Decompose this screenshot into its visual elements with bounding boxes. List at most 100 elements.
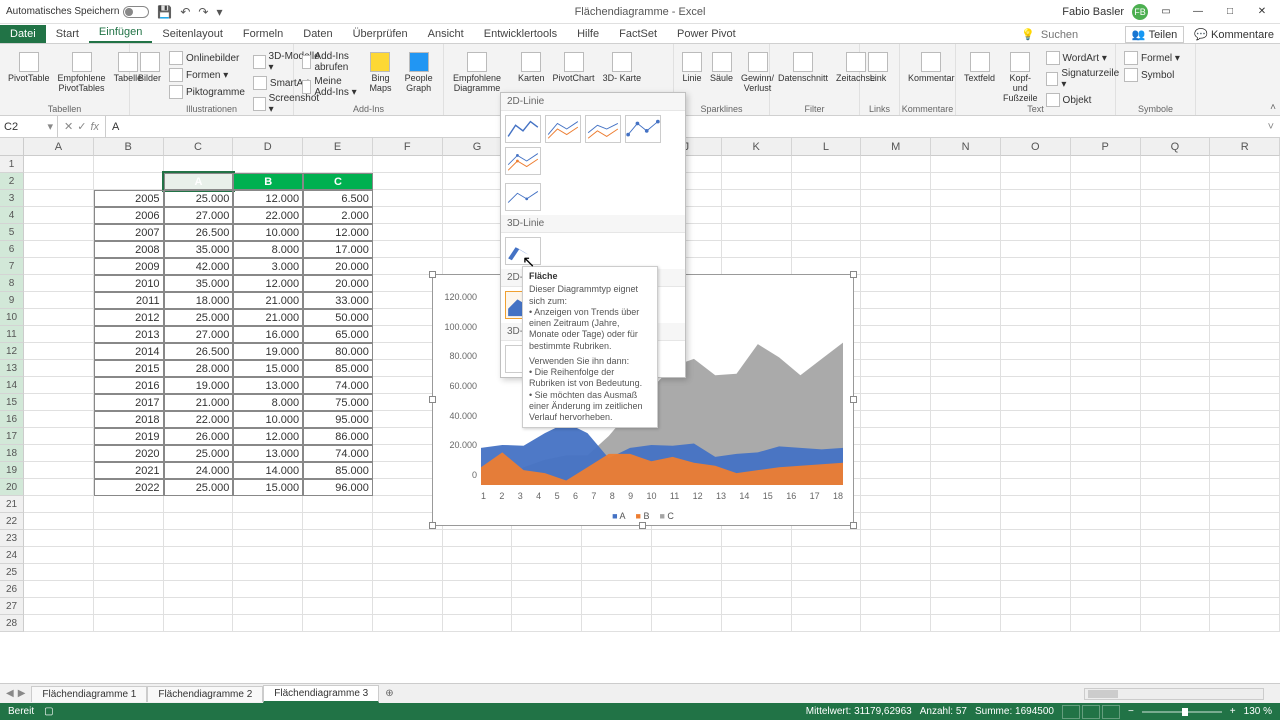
cell[interactable]: [1210, 309, 1280, 326]
cell[interactable]: [1001, 615, 1071, 632]
tell-me-search[interactable]: [1041, 29, 1121, 41]
cell[interactable]: [94, 598, 164, 615]
cell[interactable]: [1071, 360, 1141, 377]
cell[interactable]: [1001, 547, 1071, 564]
cell[interactable]: [1210, 564, 1280, 581]
cell[interactable]: [1141, 496, 1211, 513]
cell[interactable]: 74.000: [303, 445, 373, 462]
cell[interactable]: 75.000: [303, 394, 373, 411]
cell[interactable]: [1071, 173, 1141, 190]
cell[interactable]: [1071, 258, 1141, 275]
cell[interactable]: 15.000: [233, 360, 303, 377]
cell[interactable]: [24, 360, 94, 377]
pivottable-button[interactable]: PivotTable: [6, 50, 52, 86]
column-header[interactable]: F: [373, 138, 443, 156]
undo-icon[interactable]: ↶: [180, 5, 190, 19]
cell[interactable]: [1141, 360, 1211, 377]
tab-hilfe[interactable]: Hilfe: [567, 25, 609, 43]
cell[interactable]: [94, 513, 164, 530]
cell[interactable]: [1141, 462, 1211, 479]
cell[interactable]: 2018: [94, 411, 164, 428]
cell[interactable]: 16.000: [233, 326, 303, 343]
tab-start[interactable]: Start: [46, 25, 89, 43]
search-icon[interactable]: 💡: [1015, 28, 1041, 41]
zoom-level[interactable]: 130 %: [1244, 706, 1272, 717]
cell[interactable]: [1210, 377, 1280, 394]
cell[interactable]: [861, 292, 931, 309]
cell[interactable]: [164, 547, 234, 564]
cell[interactable]: 27.000: [164, 326, 234, 343]
cell[interactable]: [792, 598, 862, 615]
cell[interactable]: [1001, 530, 1071, 547]
row-header[interactable]: 6: [0, 241, 24, 258]
cell[interactable]: [1141, 309, 1211, 326]
cell[interactable]: [1071, 241, 1141, 258]
cell[interactable]: [1141, 445, 1211, 462]
cell[interactable]: [1071, 224, 1141, 241]
shapes-button[interactable]: Formen ▾: [167, 67, 247, 83]
cell[interactable]: [931, 156, 1001, 173]
cell[interactable]: 20.000: [303, 258, 373, 275]
cell[interactable]: [861, 173, 931, 190]
my-addins-button[interactable]: Meine Add-Ins ▾: [300, 75, 361, 99]
cell[interactable]: 25.000: [164, 190, 234, 207]
pct-stacked-line-chart-type[interactable]: [585, 115, 621, 143]
cell[interactable]: [931, 581, 1001, 598]
pct-stacked-line-markers-chart-type[interactable]: [505, 183, 541, 211]
cell[interactable]: [24, 615, 94, 632]
cell[interactable]: [1210, 462, 1280, 479]
cell[interactable]: [931, 530, 1001, 547]
cell[interactable]: 2013: [94, 326, 164, 343]
add-sheet-button[interactable]: ⊕: [379, 686, 399, 701]
cell[interactable]: [931, 309, 1001, 326]
cell[interactable]: [1210, 190, 1280, 207]
cell[interactable]: [861, 377, 931, 394]
cell[interactable]: 25.000: [164, 309, 234, 326]
tab-file[interactable]: Datei: [0, 25, 46, 43]
cell[interactable]: [861, 207, 931, 224]
cell[interactable]: [303, 530, 373, 547]
equation-button[interactable]: Formel ▾: [1122, 50, 1182, 66]
cell[interactable]: [1141, 377, 1211, 394]
cell[interactable]: 27.000: [164, 207, 234, 224]
chevron-down-icon[interactable]: ▾: [47, 120, 53, 133]
cell[interactable]: 2019: [94, 428, 164, 445]
cell[interactable]: [164, 513, 234, 530]
cell[interactable]: [1071, 496, 1141, 513]
cell[interactable]: 12.000: [233, 275, 303, 292]
cell[interactable]: [931, 496, 1001, 513]
cell[interactable]: [1210, 547, 1280, 564]
cell[interactable]: [373, 564, 443, 581]
cell[interactable]: [652, 547, 722, 564]
cell[interactable]: [303, 513, 373, 530]
row-header[interactable]: 19: [0, 462, 24, 479]
cell[interactable]: [24, 258, 94, 275]
cell[interactable]: 2.000: [303, 207, 373, 224]
cell[interactable]: 19.000: [233, 343, 303, 360]
cell[interactable]: [861, 513, 931, 530]
cell[interactable]: [373, 156, 443, 173]
cell[interactable]: [24, 462, 94, 479]
cell[interactable]: [303, 581, 373, 598]
cell[interactable]: [1141, 190, 1211, 207]
cell[interactable]: [861, 445, 931, 462]
row-header[interactable]: 2: [0, 173, 24, 190]
wordart-button[interactable]: WordArt ▾: [1044, 50, 1123, 66]
cell[interactable]: 2015: [94, 360, 164, 377]
qat-customize-icon[interactable]: ▾: [216, 5, 222, 19]
cell[interactable]: [1001, 445, 1071, 462]
sparkline-column-button[interactable]: Säule: [708, 50, 735, 86]
cell[interactable]: [861, 479, 931, 496]
cell[interactable]: [792, 564, 862, 581]
cell[interactable]: 10.000: [233, 411, 303, 428]
cell[interactable]: 80.000: [303, 343, 373, 360]
cell[interactable]: [1210, 275, 1280, 292]
cell[interactable]: [164, 598, 234, 615]
sheet-tab[interactable]: Flächendiagramme 1: [31, 686, 147, 702]
cell[interactable]: [1210, 207, 1280, 224]
cell[interactable]: [931, 394, 1001, 411]
cell[interactable]: [512, 547, 582, 564]
cell[interactable]: [722, 547, 792, 564]
cell[interactable]: [1071, 411, 1141, 428]
tab-powerpivot[interactable]: Power Pivot: [667, 25, 746, 43]
